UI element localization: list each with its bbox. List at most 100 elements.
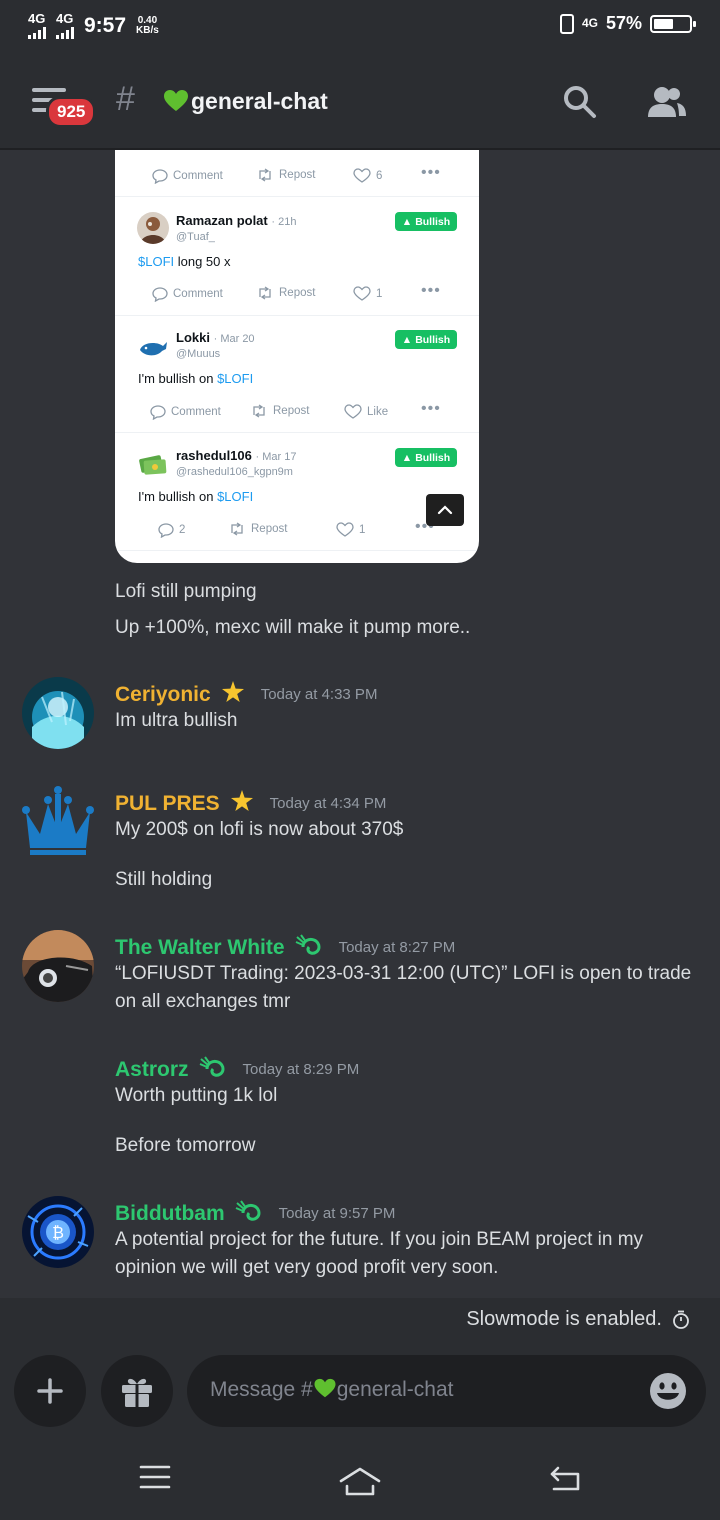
role-icon <box>235 1199 263 1228</box>
message-text: opinion we will get very good profit ver… <box>115 1257 499 1278</box>
repost-action[interactable]: Repost <box>256 286 315 300</box>
green-heart-icon <box>163 89 189 118</box>
tweet-text: I'm bullish on $LOFI <box>138 371 254 386</box>
add-attachment-button[interactable] <box>14 1355 86 1427</box>
timer-icon <box>672 1310 690 1336</box>
repost-icon <box>259 168 271 182</box>
avatar[interactable]: ₿ <box>22 1196 94 1268</box>
battery-icon <box>650 14 696 33</box>
tweet-actions: Comment Repost 1 ••• <box>115 282 479 306</box>
message-header: PUL PRES Today at 4:34 PM <box>115 789 386 818</box>
tweet-author[interactable]: Lokki · Mar 20 <box>176 330 255 345</box>
scroll-top-button[interactable] <box>426 494 464 526</box>
bullish-tag: ▲ Bullish <box>395 448 457 467</box>
comment-action[interactable]: 2 <box>158 522 185 538</box>
more-icon[interactable]: ••• <box>421 400 441 418</box>
gift-icon <box>122 1378 152 1407</box>
message-text: on all exchanges tmr <box>115 991 291 1012</box>
recent-apps-button[interactable] <box>139 1464 171 1495</box>
avatar[interactable] <box>22 784 94 856</box>
emoji-button[interactable] <box>648 1371 688 1416</box>
message-text: Still holding <box>115 869 213 890</box>
up-arrow-icon: ▲ <box>401 333 413 346</box>
more-icon[interactable]: ••• <box>421 164 441 182</box>
message-text: “LOFIUSDT Trading: 2023-03-31 12:00 (UTC… <box>115 963 692 984</box>
signal-1: 4G <box>28 12 46 39</box>
tweet-author[interactable]: rashedul106 · Mar 17 <box>176 448 296 463</box>
heart-icon <box>353 286 371 301</box>
gift-button[interactable] <box>101 1355 173 1427</box>
message-text: Im ultra bullish <box>115 710 238 731</box>
like-action[interactable]: 1 <box>353 286 382 302</box>
comment-action[interactable]: Comment <box>152 168 223 184</box>
author-name[interactable]: Ceriyonic <box>115 683 211 707</box>
search-icon[interactable] <box>562 84 598 125</box>
channel-header: 925 # general-chat <box>0 52 720 150</box>
menu-line <box>32 88 66 92</box>
hash-icon: # <box>116 80 135 118</box>
comment-action[interactable]: Comment <box>150 404 221 420</box>
like-action[interactable]: 1 <box>336 522 365 538</box>
author-name[interactable]: PUL PRES <box>115 792 220 816</box>
like-action[interactable]: 6 <box>353 168 382 184</box>
role-icon <box>295 933 323 962</box>
repost-icon <box>253 404 265 418</box>
avatar[interactable] <box>22 677 94 749</box>
vibrate-icon <box>559 13 574 34</box>
more-icon[interactable]: ••• <box>421 282 441 300</box>
unread-badge: 925 <box>46 96 97 128</box>
star-icon <box>221 680 245 709</box>
tweet-handle: @Tuaf_ <box>176 231 215 243</box>
heart-icon <box>336 522 354 537</box>
battery-percent: 57% <box>605 13 642 33</box>
battery-fill <box>654 18 673 29</box>
status-bar: 4G 4G 9:57 0.40 KB/s 4G 57% <box>0 0 720 52</box>
signal-bars-icon <box>56 27 74 39</box>
home-button[interactable] <box>338 1466 382 1503</box>
repost-action[interactable]: Repost <box>228 522 287 536</box>
menu-icon <box>139 1465 171 1489</box>
comment-icon <box>150 405 166 420</box>
slowmode-bar: Slowmode is enabled. <box>0 1298 720 1340</box>
members-icon[interactable] <box>646 84 688 125</box>
tweet-text: $LOFI long 50 x <box>138 254 231 269</box>
tweet-handle: @Muuus <box>176 348 221 360</box>
up-arrow-icon: ▲ <box>401 215 413 228</box>
twitter-embed[interactable]: Comment Repost 6 ••• Ramazan polat · 21h… <box>115 150 479 563</box>
comment-icon <box>152 287 168 302</box>
author-name[interactable]: Biddutbam <box>115 1202 225 1226</box>
divider <box>115 196 479 197</box>
comment-action[interactable]: Comment <box>152 286 223 302</box>
tweet-actions: 2 Repost 1 ••• <box>115 518 479 542</box>
avatar <box>137 448 169 480</box>
divider <box>115 432 479 433</box>
comment-icon <box>158 523 174 538</box>
divider <box>115 315 479 316</box>
message-header: The Walter White Today at 8:27 PM <box>115 933 455 962</box>
tweet-author[interactable]: Ramazan polat · 21h <box>176 213 296 228</box>
message-placeholder: Message # general-chat <box>210 1378 454 1401</box>
back-icon <box>550 1466 580 1491</box>
message-text: Before tomorrow <box>115 1135 256 1156</box>
avatar <box>137 332 169 364</box>
up-arrow-icon: ▲ <box>401 451 413 464</box>
back-button[interactable] <box>548 1464 582 1497</box>
message-text: My 200$ on lofi is now about 370$ <box>115 819 404 840</box>
heart-icon <box>344 404 362 419</box>
divider <box>115 550 479 551</box>
signal-2: 4G <box>56 12 74 39</box>
author-name[interactable]: The Walter White <box>115 936 285 960</box>
svg-text:₿: ₿ <box>52 1223 64 1242</box>
message-input[interactable]: Message # general-chat <box>187 1355 706 1427</box>
role-icon <box>199 1055 227 1084</box>
message-text: Lofi still pumping <box>115 581 257 602</box>
avatar[interactable] <box>22 930 94 1002</box>
timestamp: Today at 8:29 PM <box>242 1061 360 1078</box>
message-text: Worth putting 1k lol <box>115 1085 278 1106</box>
repost-action[interactable]: Repost <box>250 404 309 418</box>
star-icon <box>230 789 254 818</box>
repost-action[interactable]: Repost <box>256 168 315 182</box>
like-action[interactable]: Like <box>344 404 388 420</box>
author-name[interactable]: Astrorz <box>115 1058 189 1082</box>
home-icon <box>339 1467 381 1496</box>
